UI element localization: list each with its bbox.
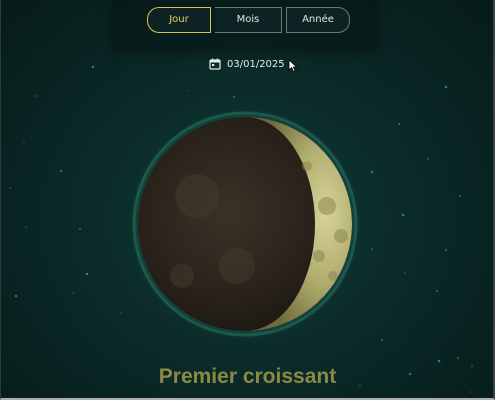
view-mode-toggle: Jour Mois Année — [147, 7, 350, 33]
mouse-pointer-icon — [288, 59, 298, 73]
month-view-button[interactable]: Mois — [215, 7, 282, 33]
selected-date: 03/01/2025 — [227, 58, 285, 70]
year-view-button[interactable]: Année — [286, 7, 350, 33]
day-view-button[interactable]: Jour — [147, 7, 211, 33]
date-picker[interactable]: 03/01/2025 — [209, 58, 285, 70]
moon-phase-name: Premier croissant — [158, 365, 337, 388]
moon-illustration — [127, 106, 363, 342]
calendar-icon — [209, 58, 221, 70]
